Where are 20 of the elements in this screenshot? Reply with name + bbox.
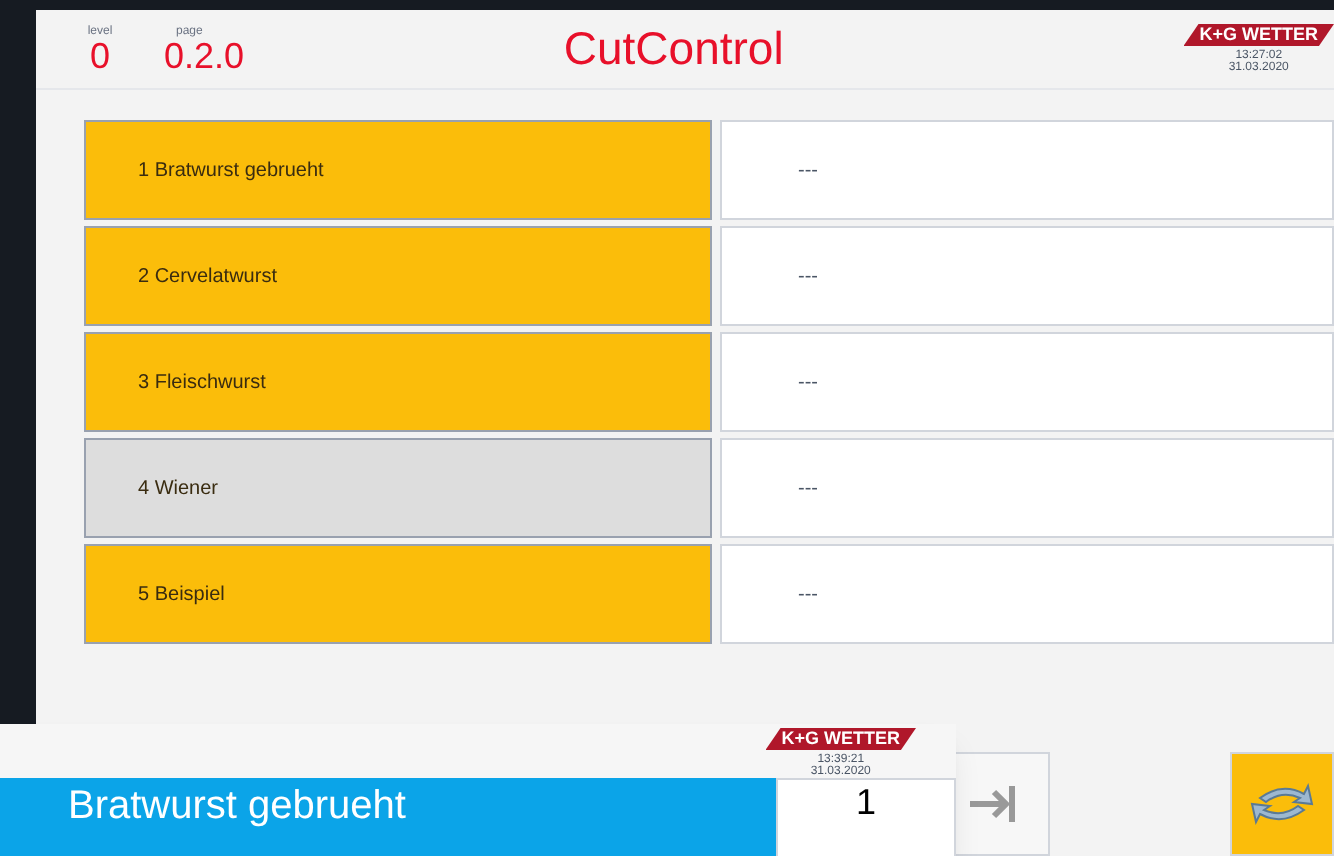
level-value: 0 <box>89 37 110 73</box>
rotate-button[interactable] <box>1230 752 1334 856</box>
rotate-arrows-icon <box>1248 778 1316 830</box>
company-logo: K+G WETTER <box>765 728 916 750</box>
value-cell: --- <box>720 120 1334 220</box>
product-button[interactable]: 2 Cervelatwurst <box>84 226 712 326</box>
product-button[interactable]: 3 Fleischwurst <box>84 332 712 432</box>
value-cell: --- <box>720 226 1334 326</box>
product-bar: Bratwurst gebrueht <box>0 778 776 856</box>
company-logo: K+G WETTER <box>1183 24 1334 46</box>
value-cell: --- <box>720 544 1334 644</box>
product-button[interactable]: 4 Wiener <box>84 438 712 538</box>
page-value: 0.2.0 <box>164 37 245 73</box>
value-cell: --- <box>720 438 1334 538</box>
product-button[interactable]: 5 Beispiel <box>84 544 712 644</box>
value-cell: --- <box>720 332 1334 432</box>
arrow-to-bar-icon <box>966 782 1018 826</box>
app-title: CutControl <box>563 20 784 79</box>
count-cell: 1 <box>776 778 956 856</box>
product-button[interactable]: 1 Bratwurst gebrueht <box>84 120 712 220</box>
